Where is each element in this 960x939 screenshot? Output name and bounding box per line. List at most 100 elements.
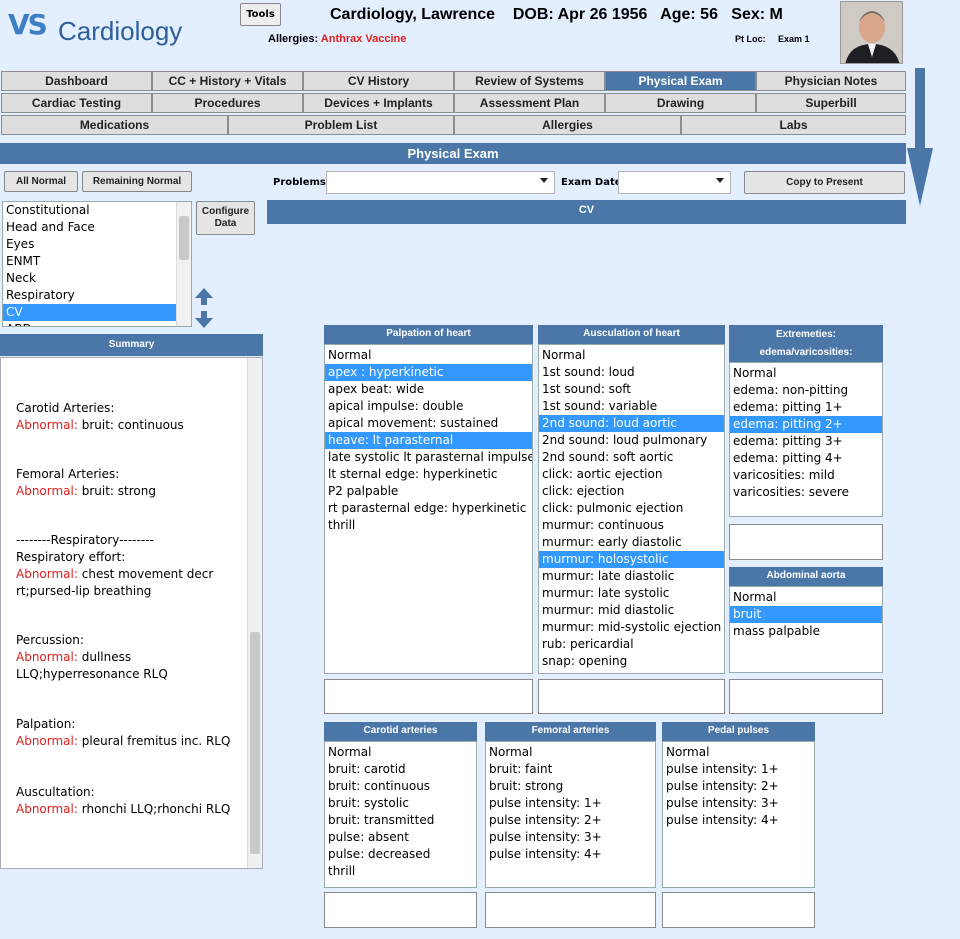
- tab-procedures[interactable]: Procedures: [152, 93, 303, 113]
- summary-panel[interactable]: Carotid Arteries: Abnormal: bruit: contin…: [0, 357, 263, 869]
- tab-superbill[interactable]: Superbill: [756, 93, 906, 113]
- option-item[interactable]: Normal: [663, 744, 814, 761]
- carotid-options-list[interactable]: Normal bruit: carotid bruit: continuous bru…: [324, 741, 477, 888]
- option-item[interactable]: rt parasternal edge: hyperkinetic: [325, 500, 532, 517]
- remaining-normal-button[interactable]: Remaining Normal: [82, 171, 192, 192]
- palpation-options-list[interactable]: Normal apex : hyperkinetic apex beat: wide…: [324, 344, 533, 674]
- tab-physician-notes[interactable]: Physician Notes: [756, 71, 906, 91]
- option-item[interactable]: bruit: systolic: [325, 795, 476, 812]
- system-item-constitutional[interactable]: Constitutional: [3, 202, 191, 219]
- option-item[interactable]: pulse: absent: [325, 829, 476, 846]
- option-item[interactable]: click: pulmonic ejection: [539, 500, 724, 517]
- exam-date-dropdown[interactable]: [618, 171, 731, 194]
- problems-dropdown[interactable]: [326, 171, 555, 194]
- option-item[interactable]: Normal: [325, 744, 476, 761]
- option-item[interactable]: 1st sound: loud: [539, 364, 724, 381]
- pedal-notes-field[interactable]: [662, 892, 815, 928]
- auscultation-notes-field[interactable]: [538, 679, 725, 714]
- system-item-abd[interactable]: ABD: [3, 321, 191, 326]
- option-item[interactable]: pulse intensity: 4+: [663, 812, 814, 829]
- option-item[interactable]: pulse intensity: 2+: [663, 778, 814, 795]
- option-item[interactable]: Normal: [325, 347, 532, 364]
- pedal-options-list[interactable]: Normal pulse intensity: 1+ pulse intensity…: [662, 741, 815, 888]
- option-item[interactable]: late systolic lt parasternal impulse: [325, 449, 532, 466]
- option-item[interactable]: edema: pitting 1+: [730, 399, 882, 416]
- tab-cardiac-testing[interactable]: Cardiac Testing: [1, 93, 152, 113]
- system-item-neck[interactable]: Neck: [3, 270, 191, 287]
- option-item[interactable]: heave: lt parasternal: [325, 432, 532, 449]
- scroll-down-arrow-icon[interactable]: [905, 68, 935, 208]
- systems-list[interactable]: Constitutional Head and Face Eyes ENMT Neck R…: [2, 201, 192, 327]
- auscultation-options-list[interactable]: Normal 1st sound: loud 1st sound: soft 1st …: [538, 344, 725, 674]
- option-item[interactable]: bruit: carotid: [325, 761, 476, 778]
- option-item[interactable]: 1st sound: soft: [539, 381, 724, 398]
- option-item[interactable]: 2nd sound: soft aortic: [539, 449, 724, 466]
- option-item[interactable]: apical impulse: double: [325, 398, 532, 415]
- option-item[interactable]: bruit: [730, 606, 882, 623]
- extremeties-notes-field[interactable]: [729, 524, 883, 560]
- tab-drawing[interactable]: Drawing: [605, 93, 756, 113]
- option-item[interactable]: 1st sound: variable: [539, 398, 724, 415]
- option-item[interactable]: pulse intensity: 2+: [486, 812, 655, 829]
- system-item-cv[interactable]: CV: [3, 304, 191, 321]
- option-item[interactable]: Normal: [730, 365, 882, 382]
- option-item[interactable]: murmur: continuous: [539, 517, 724, 534]
- option-item[interactable]: edema: pitting 2+: [730, 416, 882, 433]
- option-item[interactable]: pulse intensity: 1+: [486, 795, 655, 812]
- tab-problem-list[interactable]: Problem List: [228, 115, 454, 135]
- palpation-notes-field[interactable]: [324, 679, 533, 714]
- scroll-thumb[interactable]: [179, 216, 189, 260]
- tab-devices-implants[interactable]: Devices + Implants: [303, 93, 454, 113]
- femoral-notes-field[interactable]: [485, 892, 656, 928]
- option-item[interactable]: murmur: late systolic: [539, 585, 724, 602]
- system-item-head-and-face[interactable]: Head and Face: [3, 219, 191, 236]
- option-item[interactable]: murmur: holosystolic: [539, 551, 724, 568]
- option-item[interactable]: murmur: mid diastolic: [539, 602, 724, 619]
- system-item-eyes[interactable]: Eyes: [3, 236, 191, 253]
- femoral-options-list[interactable]: Normal bruit: faint bruit: strong pulse int…: [485, 741, 656, 888]
- option-item[interactable]: bruit: strong: [486, 778, 655, 795]
- configure-data-button[interactable]: Configure Data: [196, 201, 255, 235]
- option-item[interactable]: apex beat: wide: [325, 381, 532, 398]
- system-item-enmt[interactable]: ENMT: [3, 253, 191, 270]
- option-item[interactable]: pulse intensity: 3+: [663, 795, 814, 812]
- tab-review-of-systems[interactable]: Review of Systems: [454, 71, 605, 91]
- abdominal-aorta-notes-field[interactable]: [729, 679, 883, 714]
- option-item[interactable]: varicosities: severe: [730, 484, 882, 501]
- tab-physical-exam[interactable]: Physical Exam: [605, 71, 756, 91]
- option-item[interactable]: snap: opening: [539, 653, 724, 670]
- scroll-thumb[interactable]: [250, 632, 260, 854]
- reorder-arrows-icon[interactable]: [194, 288, 214, 328]
- option-item[interactable]: edema: pitting 3+: [730, 433, 882, 450]
- option-item[interactable]: rub: pericardial: [539, 636, 724, 653]
- extremeties-options-list[interactable]: Normal edema: non-pitting edema: pitting 1…: [729, 362, 883, 517]
- tools-button[interactable]: Tools: [240, 3, 281, 26]
- option-item[interactable]: edema: non-pitting: [730, 382, 882, 399]
- option-item[interactable]: Normal: [730, 589, 882, 606]
- option-item[interactable]: pulse intensity: 4+: [486, 846, 655, 863]
- option-item[interactable]: apex : hyperkinetic: [325, 364, 532, 381]
- option-item[interactable]: varicosities: mild: [730, 467, 882, 484]
- option-item[interactable]: murmur: early diastolic: [539, 534, 724, 551]
- option-item[interactable]: pulse intensity: 1+: [663, 761, 814, 778]
- option-item[interactable]: click: ejection: [539, 483, 724, 500]
- option-item[interactable]: murmur: late diastolic: [539, 568, 724, 585]
- option-item[interactable]: thrill: [325, 517, 532, 534]
- system-item-respiratory[interactable]: Respiratory: [3, 287, 191, 304]
- carotid-notes-field[interactable]: [324, 892, 477, 928]
- option-item[interactable]: mass palpable: [730, 623, 882, 640]
- option-item[interactable]: bruit: faint: [486, 761, 655, 778]
- tab-allergies[interactable]: Allergies: [454, 115, 681, 135]
- tab-assessment-plan[interactable]: Assessment Plan: [454, 93, 605, 113]
- summary-scrollbar[interactable]: [247, 358, 262, 868]
- option-item[interactable]: pulse: decreased: [325, 846, 476, 863]
- option-item[interactable]: click: aortic ejection: [539, 466, 724, 483]
- option-item[interactable]: thrill: [325, 863, 476, 880]
- option-item[interactable]: P2 palpable: [325, 483, 532, 500]
- option-item[interactable]: lt sternal edge: hyperkinetic: [325, 466, 532, 483]
- option-item[interactable]: bruit: transmitted: [325, 812, 476, 829]
- option-item[interactable]: pulse intensity: 3+: [486, 829, 655, 846]
- option-item[interactable]: 2nd sound: loud aortic: [539, 415, 724, 432]
- tab-labs[interactable]: Labs: [681, 115, 906, 135]
- tab-cv-history[interactable]: CV History: [303, 71, 454, 91]
